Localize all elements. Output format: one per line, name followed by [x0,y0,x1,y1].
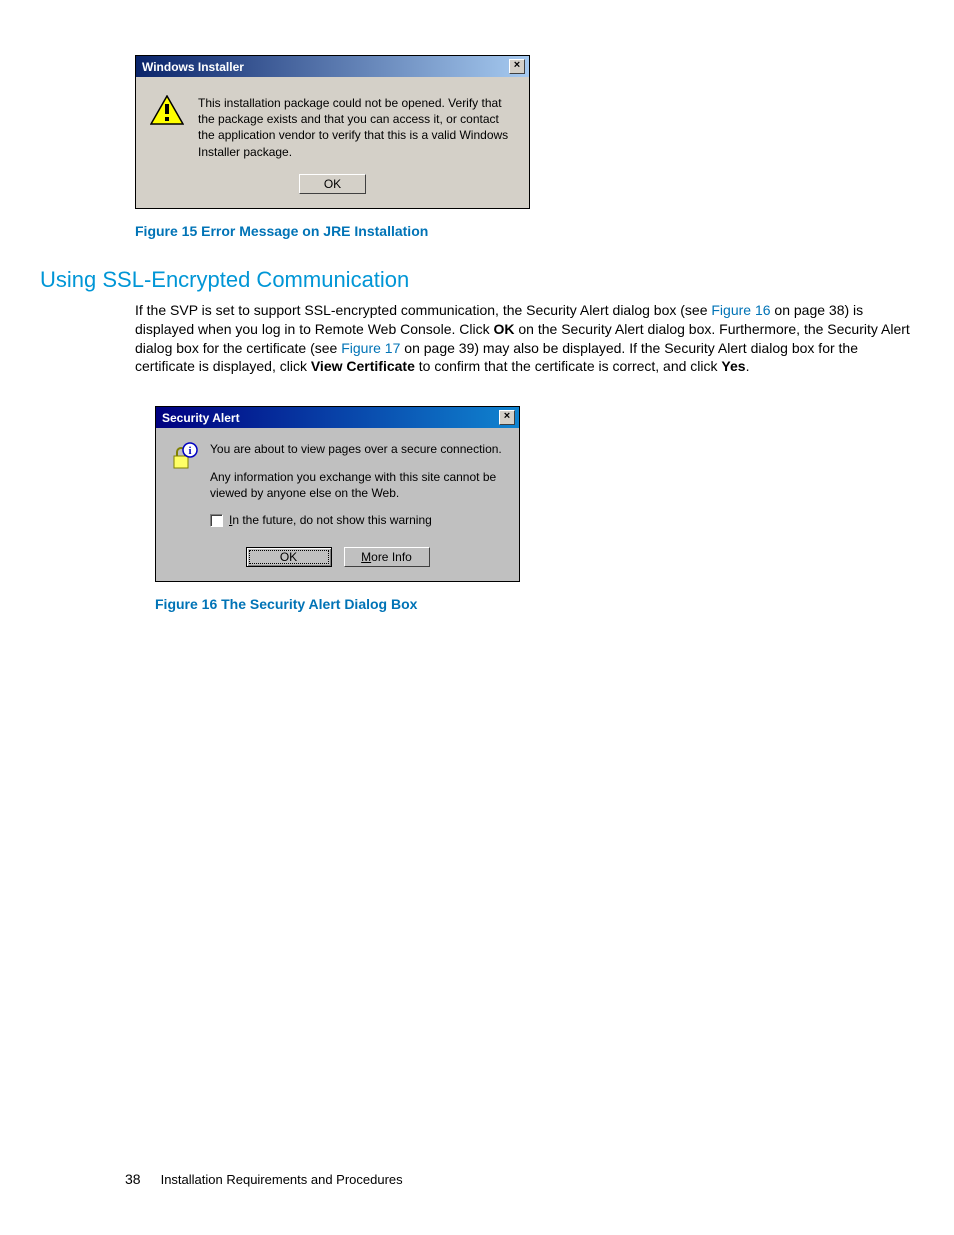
dialog-titlebar: Security Alert × [156,407,519,428]
section-heading: Using SSL-Encrypted Communication [40,267,914,293]
close-icon[interactable]: × [509,59,525,74]
dialog-body: This installation package could not be o… [136,77,529,174]
dialog-title: Security Alert [162,411,240,425]
text: . [746,358,750,374]
do-not-show-checkbox[interactable] [210,514,223,527]
bold-view-cert: View Certificate [311,358,415,374]
dialog-body: i You are about to view pages over a sec… [156,428,519,538]
figure-16-link[interactable]: Figure 16 [711,302,770,318]
text: If the SVP is set to support SSL-encrypt… [135,302,711,318]
figure-17-link[interactable]: Figure 17 [341,340,400,356]
ok-button[interactable]: OK [299,174,366,194]
windows-installer-dialog: Windows Installer × This installation pa… [135,55,530,209]
security-alert-dialog: Security Alert × i You are about to view… [155,406,520,581]
text: to confirm that the certificate is corre… [415,358,722,374]
dialog-message: This installation package could not be o… [198,95,515,160]
secure-connection-text: You are about to view pages over a secur… [210,442,507,458]
close-icon[interactable]: × [499,410,515,425]
dialog-button-row: OK More Info [156,539,519,581]
footer-section-title: Installation Requirements and Procedures [161,1172,403,1187]
bold-ok: OK [493,321,514,337]
more-info-button[interactable]: More Info [344,547,430,567]
dialog-message-block: You are about to view pages over a secur… [210,442,507,528]
warning-icon [150,95,184,125]
page-number: 38 [125,1171,141,1187]
bold-yes: Yes [721,358,745,374]
checkbox-row: In the future, do not show this warning [210,513,507,529]
lock-info-icon: i [168,442,198,528]
dialog-title: Windows Installer [142,60,244,74]
figure-16-caption: Figure 16 The Security Alert Dialog Box [155,596,914,612]
dialog-titlebar: Windows Installer × [136,56,529,77]
ok-button[interactable]: OK [246,547,332,567]
exchange-info-text: Any information you exchange with this s… [210,470,507,501]
body-paragraph: If the SVP is set to support SSL-encrypt… [135,301,914,377]
page-footer: 38 Installation Requirements and Procedu… [125,1171,403,1187]
checkbox-label: In the future, do not show this warning [229,513,432,529]
dialog-button-row: OK [136,174,529,208]
svg-text:i: i [188,445,191,457]
figure-15-caption: Figure 15 Error Message on JRE Installat… [135,223,914,239]
